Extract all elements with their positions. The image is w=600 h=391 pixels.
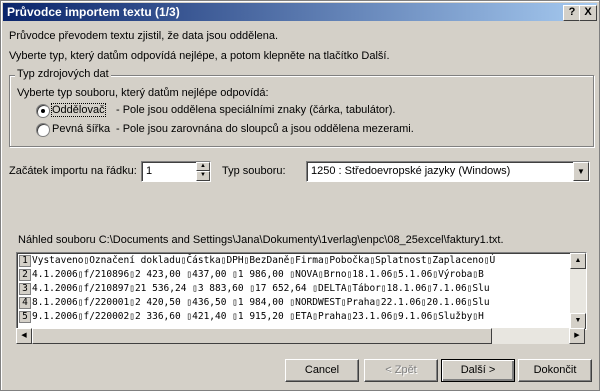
next-button[interactable]: Další >	[441, 359, 515, 382]
preview-label: Náhled souboru C:\Documents and Settings…	[18, 234, 504, 246]
file-preview[interactable]: 1 Vystaveno▯Označení dokladu▯Částka▯DPH▯B…	[16, 252, 587, 330]
window-title: Průvodce importem textu (1/3)	[7, 5, 180, 19]
back-button[interactable]: < Zpět	[364, 359, 438, 382]
radio-fixed-width[interactable]	[36, 123, 50, 137]
group-label: Typ zdrojových dat	[15, 68, 111, 80]
chevron-down-icon[interactable]: ▼	[573, 162, 589, 181]
start-row-value: 1	[146, 165, 153, 177]
preview-row: 2 4.1.2006▯f/210896▯2 423,00 ▯437,00 ▯1 9…	[19, 269, 484, 281]
group-prompt: Vyberte typ souboru, který datům nejlépe…	[17, 87, 269, 99]
preview-row: 4 8.1.2006▯f/220001▯2 420,50 ▯436,50 ▯1 9…	[19, 297, 490, 309]
preview-row: 1 Vystaveno▯Označení dokladu▯Částka▯DPH▯B…	[19, 255, 495, 267]
start-row-label: Začátek importu na řádku:	[9, 165, 137, 177]
option-fixed-width-label[interactable]: Pevná šířka	[52, 123, 110, 135]
spinner-buttons: ▲ ▼	[196, 162, 210, 181]
cancel-button[interactable]: Cancel	[285, 359, 359, 382]
scroll-thumb[interactable]	[32, 328, 492, 344]
preview-horizontal-scrollbar[interactable]: ◀ ▶	[16, 328, 585, 344]
intro-text-2: Vyberte typ, který datům odpovídá nejlép…	[9, 50, 390, 62]
scroll-up-icon[interactable]: ▲	[570, 253, 586, 269]
file-type-value: 1250 : Středoevropské jazyky (Windows)	[311, 165, 511, 177]
finish-button[interactable]: Dokončit	[518, 359, 592, 382]
scroll-right-icon[interactable]: ▶	[569, 328, 585, 344]
spin-up-icon[interactable]: ▲	[196, 162, 210, 171]
radio-dot	[41, 109, 45, 113]
start-row-spinner[interactable]: 1 ▲ ▼	[141, 161, 211, 182]
option-delimited-desc: - Pole jsou oddělena speciálními znaky (…	[116, 104, 396, 116]
preview-row: 3 4.1.2006▯f/210897▯21 536,24 ▯3 883,60 ▯…	[19, 283, 490, 295]
scroll-down-icon[interactable]: ▼	[570, 313, 586, 329]
option-fixed-width-desc: - Pole jsou zarovnána do sloupců a jsou …	[116, 123, 414, 135]
file-type-label: Typ souboru:	[222, 165, 286, 177]
close-button[interactable]: X	[579, 5, 597, 21]
import-wizard-window: Průvodce importem textu (1/3) ? X Průvod…	[0, 0, 600, 391]
file-type-dropdown[interactable]: 1250 : Středoevropské jazyky (Windows) ▼	[306, 161, 590, 182]
spin-down-icon[interactable]: ▼	[196, 171, 210, 181]
scroll-left-icon[interactable]: ◀	[16, 328, 32, 344]
intro-text-1: Průvodce převodem textu zjistil, že data…	[9, 30, 279, 42]
title-bar: Průvodce importem textu (1/3) ? X	[3, 3, 597, 21]
preview-vertical-scrollbar[interactable]: ▲ ▼	[570, 253, 586, 329]
preview-row: 5 9.1.2006▯f/220002▯2 336,60 ▯421,40 ▯1 9…	[19, 311, 484, 323]
radio-delimited[interactable]	[36, 104, 50, 118]
option-delimited-label[interactable]: Oddělovač	[51, 103, 106, 117]
